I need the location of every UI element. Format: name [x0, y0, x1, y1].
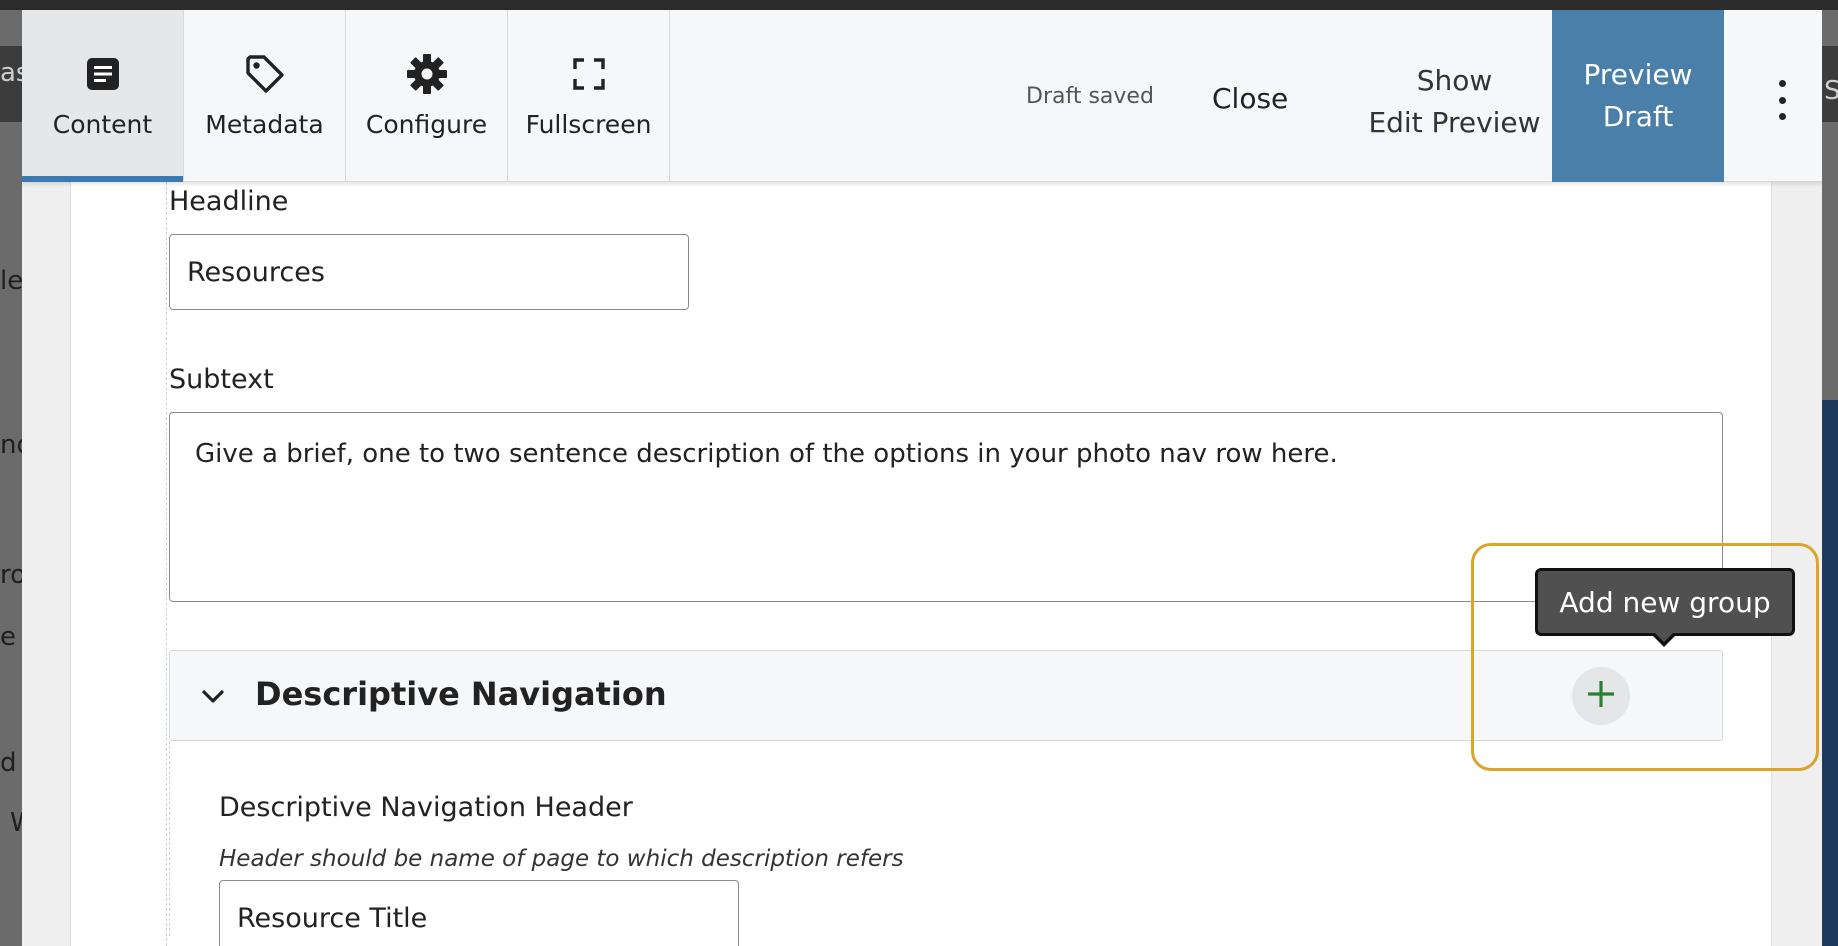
tab-configure[interactable]: Configure	[346, 10, 508, 182]
backdrop-top-bar	[0, 0, 1838, 10]
more-vertical-icon-dot	[1778, 113, 1786, 120]
tab-fullscreen[interactable]: Fullscreen	[508, 10, 670, 182]
group-title[interactable]: Descriptive Navigation	[255, 675, 667, 713]
descriptive-navigation-header-label: Descriptive Navigation Header	[219, 792, 633, 823]
background-text: S	[1824, 76, 1838, 106]
tab-label: Fullscreen	[525, 110, 652, 139]
background-page-right: S	[1822, 10, 1838, 946]
background-text: e	[0, 622, 16, 652]
editor-toolbar: Content Metadata Configure Fullscreen Dr…	[22, 10, 1822, 182]
button-label-line: Edit Preview	[1368, 106, 1541, 139]
draft-status: Draft saved	[1026, 84, 1154, 109]
gear-icon	[405, 52, 449, 96]
button-label-line: Preview	[1583, 58, 1693, 91]
tab-content[interactable]: Content	[22, 10, 184, 182]
background-text: as	[0, 58, 22, 88]
background-text: d	[0, 748, 17, 778]
headline-label: Headline	[169, 186, 289, 217]
header-help-text: Header should be name of page to which d…	[219, 846, 904, 872]
more-vertical-icon-dot	[1778, 96, 1786, 104]
fullscreen-icon	[567, 52, 611, 96]
tag-icon	[243, 52, 287, 96]
button-label-line: Show	[1416, 64, 1493, 97]
nesting-guide-line	[166, 182, 167, 946]
close-button[interactable]: Close	[1212, 82, 1288, 115]
chevron-down-icon[interactable]	[198, 681, 228, 711]
group-nesting-guide	[169, 741, 170, 936]
tooltip-arrow-fill	[1654, 632, 1674, 642]
button-label-line: Draft	[1602, 100, 1674, 133]
background-text: nd	[0, 430, 22, 460]
tab-metadata[interactable]: Metadata	[184, 10, 346, 182]
background-text: W	[10, 808, 22, 838]
descriptive-navigation-header-input[interactable]: Resource Title	[219, 880, 739, 946]
background-page-left: as le nd ro e d W	[0, 10, 22, 946]
subtext-label: Subtext	[169, 364, 274, 395]
background-image-strip	[1822, 400, 1838, 946]
more-vertical-icon	[1778, 80, 1786, 87]
add-group-tooltip: Add new group	[1535, 568, 1795, 636]
tab-label: Content	[52, 110, 153, 139]
tab-label: Metadata	[205, 110, 324, 139]
background-text: le	[0, 266, 22, 296]
show-edit-preview-button[interactable]: Show Edit Preview	[1367, 60, 1542, 144]
background-text: ro	[0, 560, 22, 590]
headline-input[interactable]: Resources	[169, 234, 689, 310]
preview-draft-button[interactable]: Preview Draft	[1552, 10, 1724, 182]
editor-modal: Headline Resources Subtext Give a brief,…	[22, 10, 1822, 946]
content-icon	[81, 52, 125, 96]
tab-label: Configure	[365, 110, 488, 139]
more-options-button[interactable]	[1774, 80, 1790, 120]
